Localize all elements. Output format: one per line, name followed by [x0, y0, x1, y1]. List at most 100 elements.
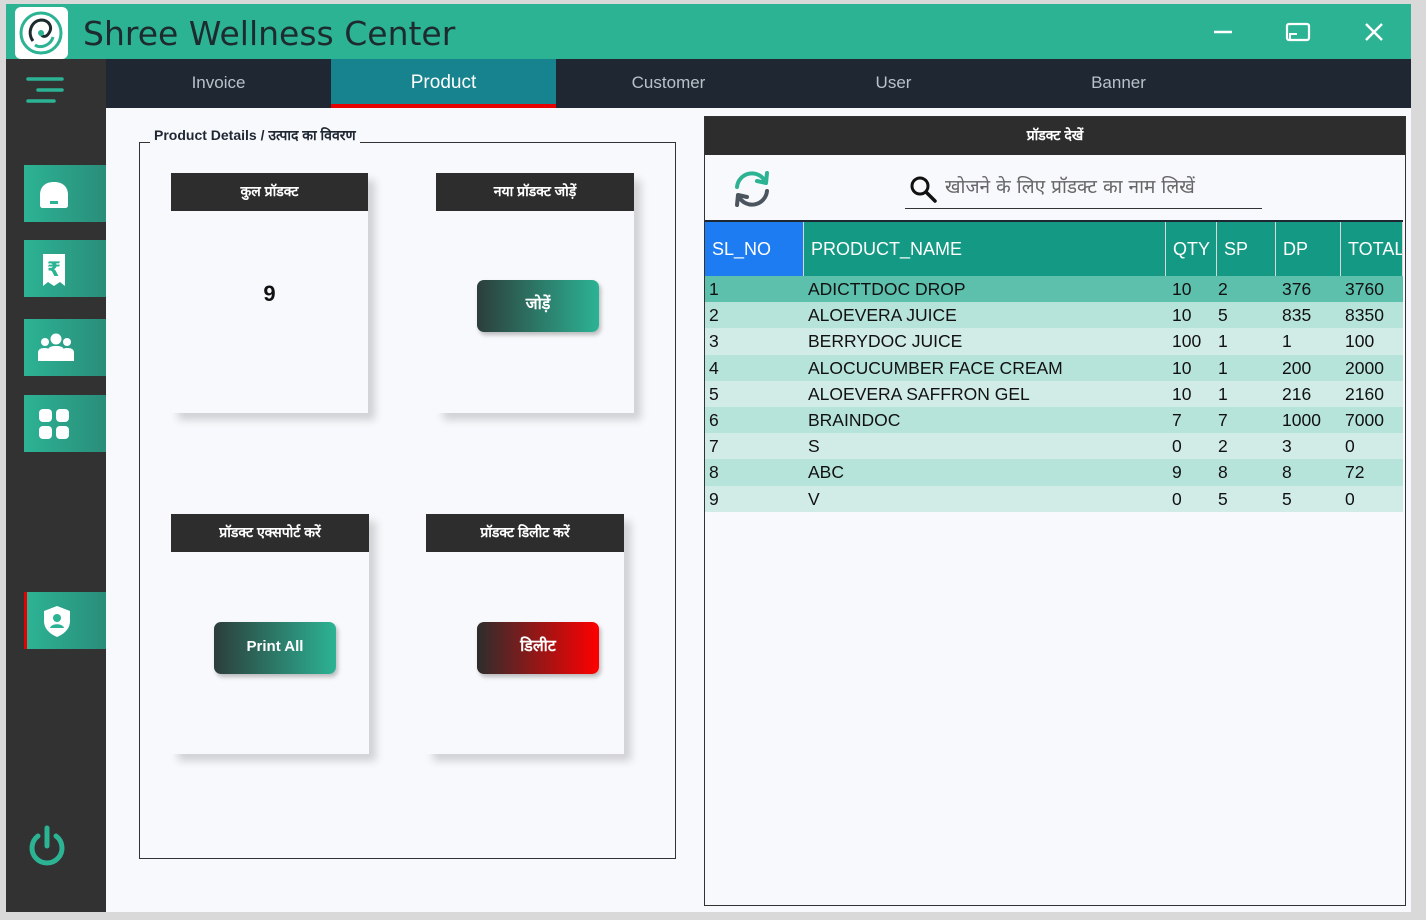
- table-cell: 5: [1218, 488, 1228, 509]
- table-cell: ALOEVERA SAFFRON GEL: [808, 383, 1030, 404]
- table-row[interactable]: 2 ALOEVERA JUICE 10 5 835 8350: [705, 302, 1403, 329]
- sidebar-item-home[interactable]: [24, 165, 106, 222]
- table-cell: 10: [1172, 305, 1192, 326]
- tab-invoice[interactable]: Invoice: [106, 59, 331, 108]
- table-row[interactable]: 4 ALOCUCUMBER FACE CREAM 10 1 200 2000: [705, 354, 1403, 381]
- sidebar-item-apps[interactable]: [24, 395, 106, 452]
- table-cell: 5: [1218, 305, 1228, 326]
- table-cell: 5: [709, 383, 719, 404]
- search-bar: [905, 169, 1262, 209]
- tab-user[interactable]: User: [781, 59, 1006, 108]
- table-cell: 6: [709, 409, 719, 430]
- app-title: Shree Wellness Center: [83, 14, 456, 53]
- export-products-title: प्रॉडक्ट एक्सपोर्ट करें: [171, 514, 369, 552]
- delete-product-title: प्रॉडक्ट डिलीट करें: [426, 514, 624, 552]
- home-icon: [40, 182, 68, 208]
- power-button[interactable]: [26, 824, 68, 870]
- table-row[interactable]: 3 BERRYDOC JUICE 100 1 1 100: [705, 328, 1403, 355]
- sidebar-item-security[interactable]: [24, 592, 106, 649]
- table-cell: 2: [1218, 436, 1228, 457]
- delete-product-button[interactable]: डिलीट: [477, 622, 599, 674]
- table-cell: 10: [1172, 383, 1192, 404]
- tab-customer[interactable]: Customer: [556, 59, 781, 108]
- restore-button[interactable]: [1279, 14, 1319, 50]
- total-products-card: कुल प्रॉडक्ट 9: [171, 173, 368, 413]
- column-header[interactable]: TOTAL: [1341, 222, 1403, 276]
- table-cell: 100: [1345, 331, 1375, 352]
- close-button[interactable]: [1354, 14, 1394, 50]
- add-product-button[interactable]: जोड़ें: [477, 280, 599, 332]
- refresh-icon: [735, 171, 769, 207]
- table-cell: 3: [709, 331, 719, 352]
- title-bar: Shree Wellness Center: [6, 4, 1411, 59]
- add-product-title: नया प्रॉडक्ट जोड़ें: [436, 173, 634, 211]
- print-all-button[interactable]: Print All: [214, 622, 336, 674]
- shield-user-icon: [44, 606, 70, 637]
- table-cell: 9: [1172, 462, 1182, 483]
- sidebar-item-customers[interactable]: [24, 319, 106, 376]
- product-view-title: प्रॉडक्ट देखें: [705, 117, 1405, 155]
- table-cell: BERRYDOC JUICE: [808, 331, 963, 352]
- svg-text:₹: ₹: [47, 257, 61, 281]
- table-cell: 9: [709, 488, 719, 509]
- team-icon: [38, 333, 74, 361]
- column-header[interactable]: QTY: [1166, 222, 1217, 276]
- table-cell: 2: [709, 305, 719, 326]
- hamburger-icon: [26, 77, 64, 103]
- table-row[interactable]: 7 S 0 2 3 0: [705, 433, 1403, 460]
- search-icon: [910, 176, 937, 203]
- table-cell: 100: [1172, 331, 1202, 352]
- apps-grid-icon: [39, 409, 69, 439]
- app-window: Shree Wellness Center ₹ Invoice Product …: [6, 4, 1411, 912]
- sidebar-item-billing[interactable]: ₹: [24, 240, 106, 297]
- total-products-title: कुल प्रॉडक्ट: [171, 173, 368, 211]
- table-cell: 2: [1218, 279, 1228, 299]
- table-row[interactable]: 9 V 0 5 5 0: [705, 485, 1403, 512]
- table-cell: ABC: [808, 462, 844, 483]
- table-row[interactable]: 1 ADICTTDOC DROP 10 2 376 3760: [705, 276, 1403, 303]
- restore-icon: [1285, 22, 1311, 42]
- product-view-panel: प्रॉडक्ट देखें SL_NOPRODUCT_NAMEQTYSPDPT…: [704, 116, 1406, 906]
- sidebar: ₹: [6, 59, 106, 912]
- table-body: 1 ADICTTDOC DROP 10 2 376 3760 2 ALOEVERA JUICE…: [705, 276, 1403, 512]
- table-cell: 7: [1172, 409, 1182, 430]
- app-logo: [15, 7, 68, 59]
- products-table: SL_NO PRODUCT_NAME QTY SP DP TOTAL 1 ADICTTDOC…: [705, 220, 1403, 512]
- table-cell: 2160: [1345, 383, 1384, 404]
- table-cell: 216: [1282, 383, 1312, 404]
- table-cell: 0: [1172, 488, 1182, 509]
- table-row[interactable]: 6 BRAINDOC 7 7 1000 7000: [705, 406, 1403, 434]
- tab-product[interactable]: Product: [331, 59, 556, 108]
- power-icon: [29, 825, 65, 866]
- table-cell: 72: [1345, 462, 1365, 483]
- table-header: SL_NO PRODUCT_NAME QTY SP DP TOTAL: [705, 220, 1403, 276]
- table-cell: ADICTTDOC DROP: [808, 279, 966, 299]
- menu-button[interactable]: [26, 75, 66, 107]
- table-cell: 8: [1218, 462, 1228, 483]
- table-cell: BRAINDOC: [808, 409, 901, 430]
- total-products-count: 9: [263, 281, 276, 306]
- table-row[interactable]: 8 ABC 9 8 8 72: [705, 459, 1403, 486]
- table-cell: 2000: [1345, 357, 1384, 378]
- table-cell: 8: [1282, 462, 1292, 483]
- search-input[interactable]: [945, 169, 1255, 205]
- minimize-button[interactable]: [1204, 14, 1244, 50]
- column-header[interactable]: DP: [1276, 222, 1341, 276]
- table-row[interactable]: 5 ALOEVERA SAFFRON GEL 10 1 216 2160: [705, 380, 1403, 407]
- tab-bar: Invoice Product Customer User Banner: [106, 59, 1411, 108]
- table-cell: V: [808, 488, 820, 509]
- table-cell: 1000: [1282, 409, 1321, 430]
- close-icon: [1365, 23, 1383, 41]
- table-cell: 7000: [1345, 409, 1384, 430]
- table-cell: 0: [1345, 436, 1355, 457]
- table-cell: 7: [709, 436, 719, 457]
- tab-banner[interactable]: Banner: [1006, 59, 1231, 108]
- table-cell: 1: [709, 279, 719, 299]
- column-header[interactable]: SP: [1217, 222, 1276, 276]
- table-cell: 0: [1172, 436, 1182, 457]
- column-header[interactable]: SL_NO: [705, 222, 804, 276]
- table-cell: 8350: [1345, 305, 1384, 326]
- refresh-button[interactable]: [730, 167, 774, 211]
- column-header[interactable]: PRODUCT_NAME: [804, 222, 1166, 276]
- table-cell: 1: [1282, 331, 1292, 352]
